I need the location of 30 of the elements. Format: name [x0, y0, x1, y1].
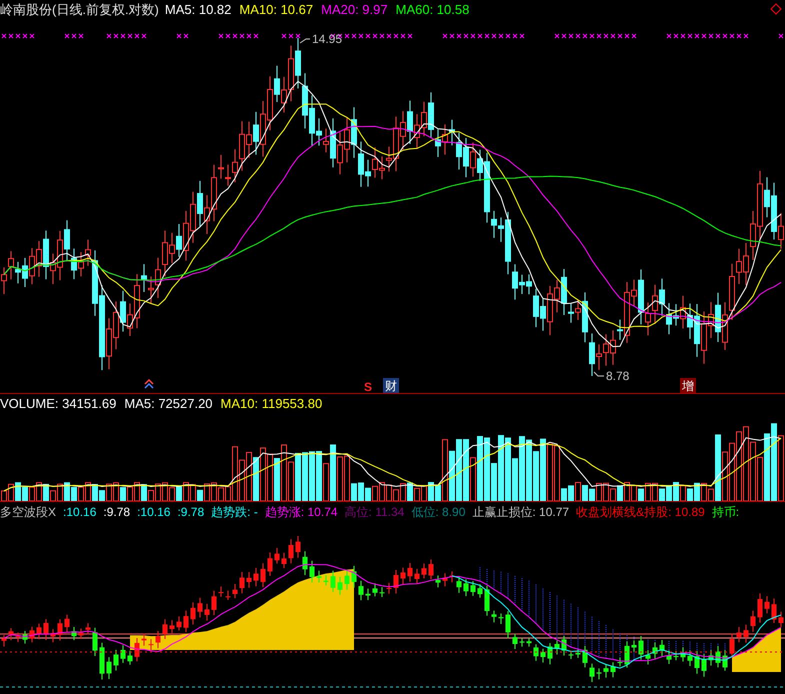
- finance-event-tag: 财: [383, 378, 399, 393]
- ma-legend-item: MA60: 10.58: [396, 1, 470, 20]
- double-chevron-icon: [144, 378, 154, 389]
- holding-area: [732, 627, 781, 672]
- indicator-legend-item: 收盘划横线&持股: 10.89: [576, 504, 705, 521]
- ma-legend-item: MA5: 10.82: [164, 1, 232, 20]
- diamond-icon: [770, 3, 782, 15]
- indicator-legend-item: :9.78: [177, 504, 204, 521]
- volume-legend-item: VOLUME: 34151.69: [0, 395, 116, 414]
- indicator-legend-item: :10.16: [137, 504, 170, 521]
- volume-legend-item: MA5: 72527.20: [124, 395, 213, 414]
- chart-title: 岭南股份(日线.前复权.对数): [0, 1, 159, 20]
- share-increase-tag: 增: [680, 378, 696, 393]
- indicator-legend-item: 高位: 11.34: [344, 504, 404, 521]
- ma-legend-item: MA20: 9.97: [321, 1, 388, 20]
- indicator-legend-item: 趋势跌: -: [211, 504, 258, 521]
- indicator-legend-item: 持币:: [712, 504, 740, 521]
- indicator-legend-item: 止赢止损位: 10.77: [472, 504, 570, 521]
- indicator-legend-item: 低位: 8.90: [411, 504, 466, 521]
- high-price-label: 14.95: [312, 32, 342, 46]
- low-price-label: 8.78: [606, 369, 630, 383]
- ma-legend-item: MA10: 10.67: [239, 1, 314, 20]
- indicator-legend-item: :10.16: [63, 504, 96, 521]
- leader-line: [300, 38, 310, 44]
- indicator-legend-item: :9.78: [103, 504, 130, 521]
- sell-signal-label: S: [364, 380, 372, 393]
- indicator-legend-item: 多空波段X: [0, 504, 56, 521]
- leader-line: [594, 372, 604, 376]
- volume-legend-item: MA10: 119553.80: [220, 395, 322, 414]
- indicator-legend-item: 趋势涨: 10.74: [264, 504, 338, 521]
